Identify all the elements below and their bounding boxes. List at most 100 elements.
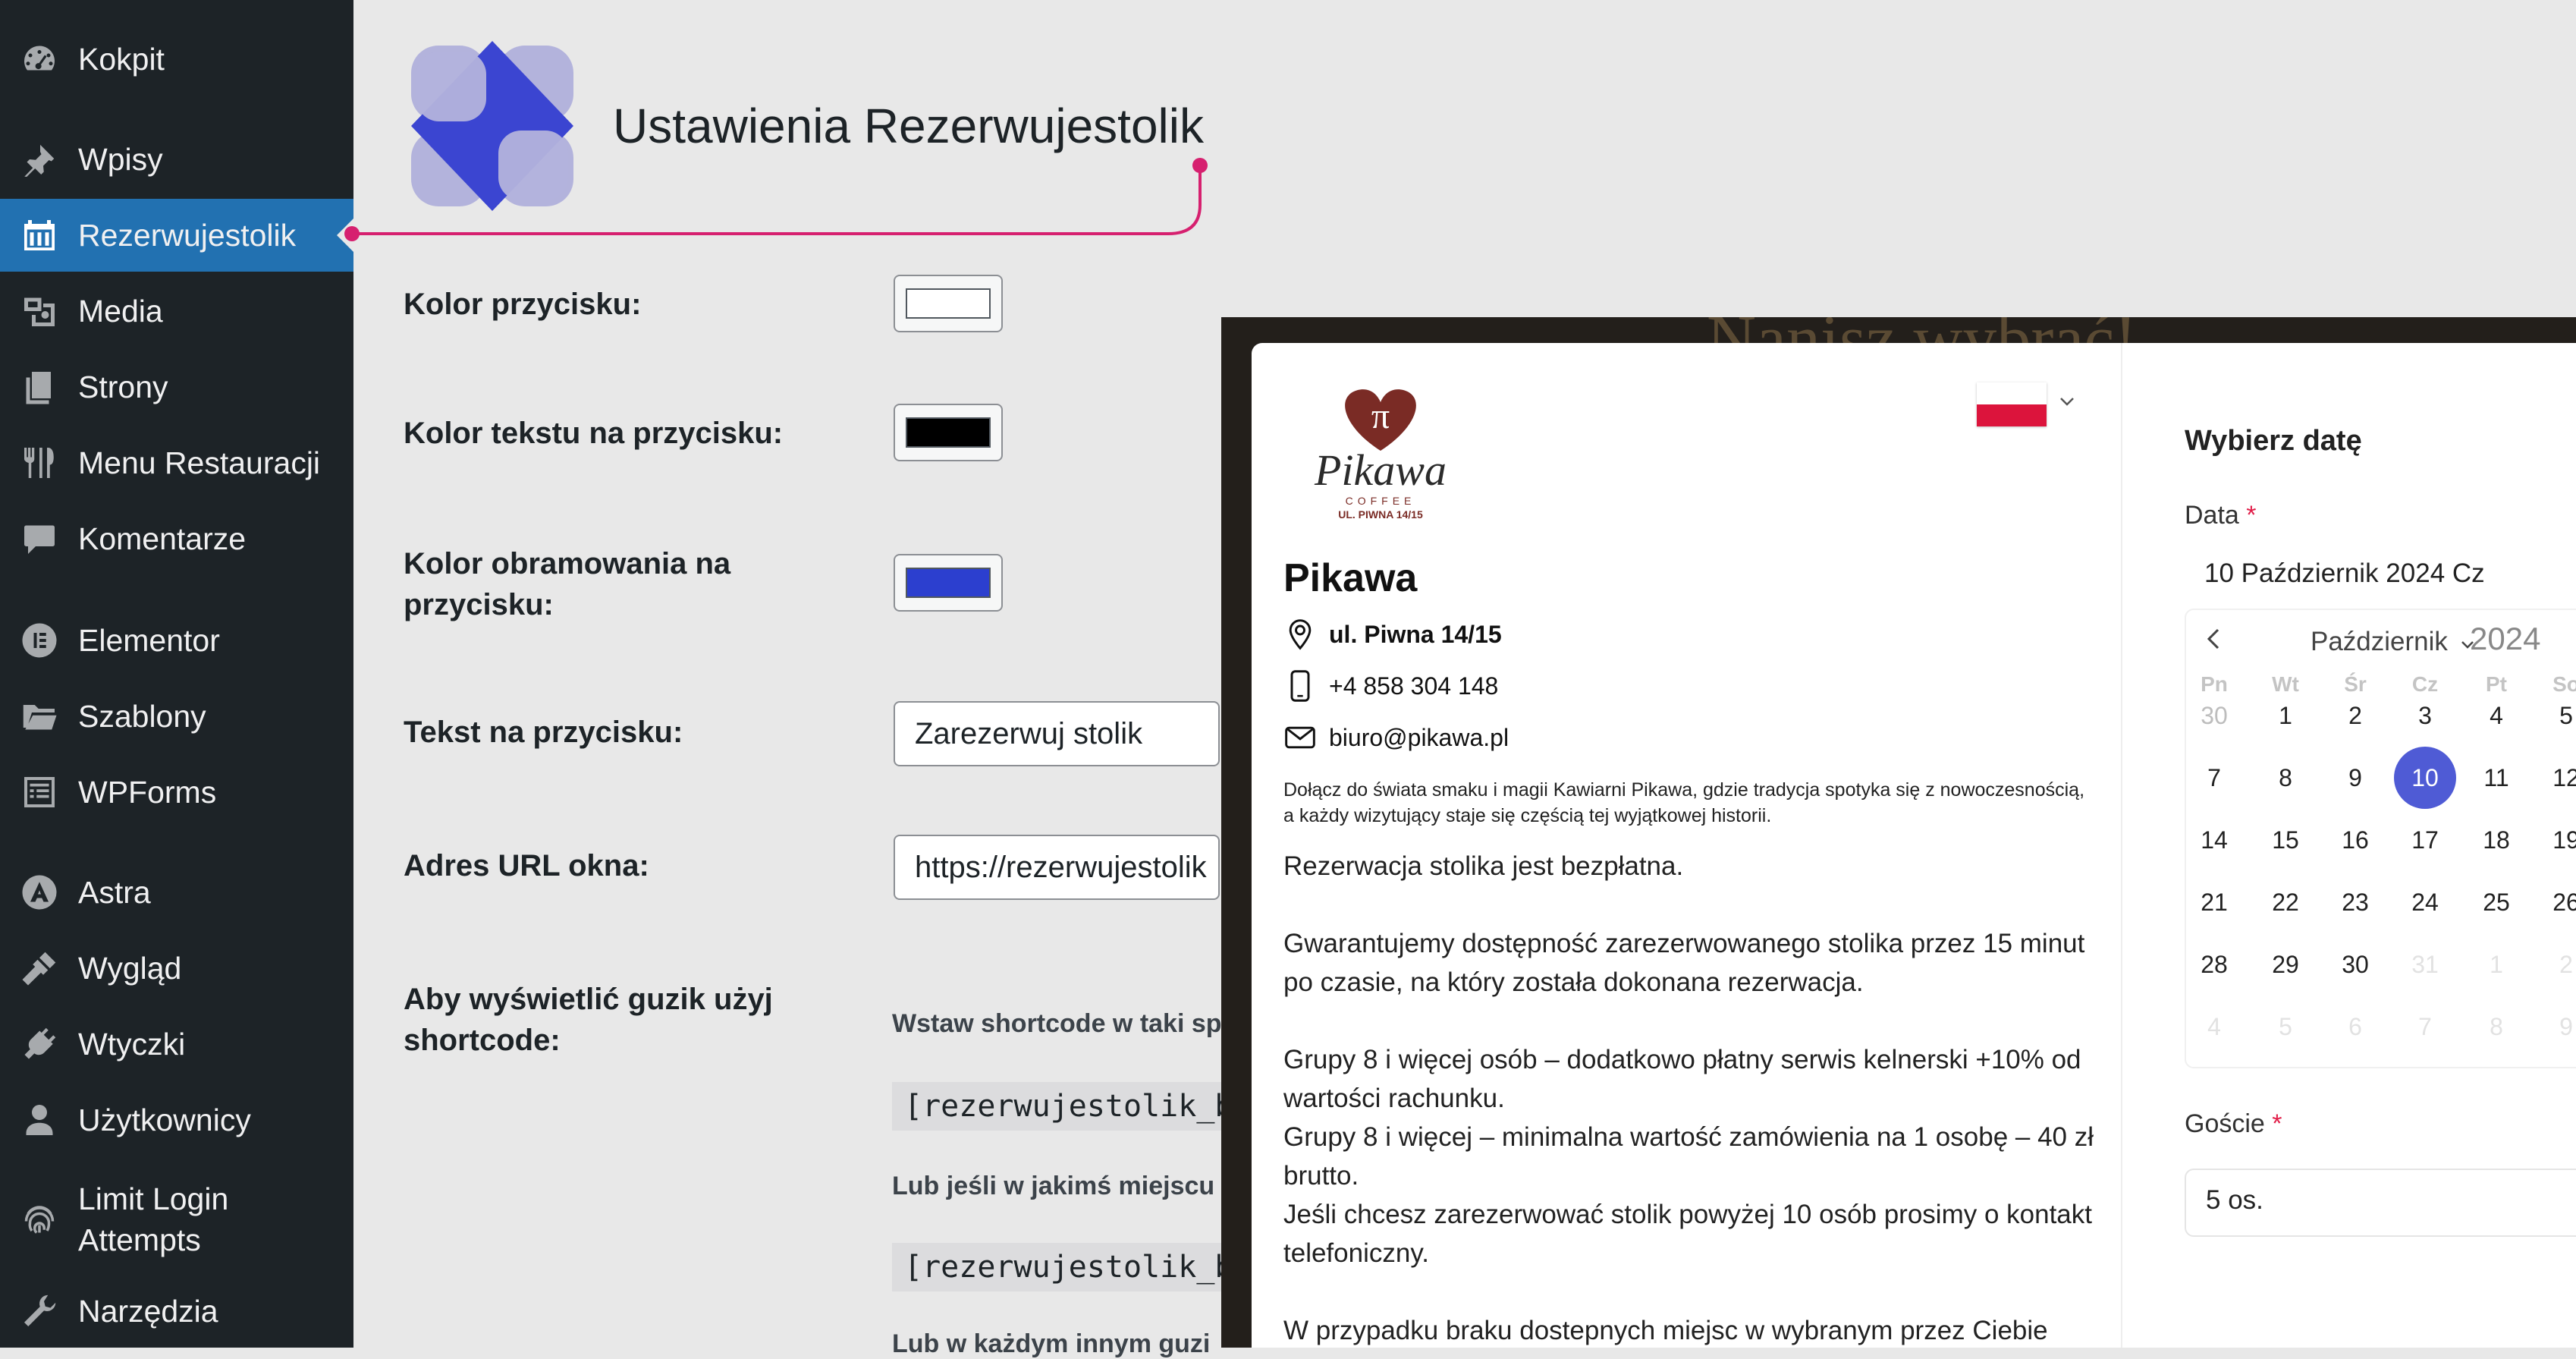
chevron-down-icon [2060,398,2074,406]
sidebar-item-label: Media [78,294,163,329]
sidebar-item-szablony[interactable]: Szablony [0,680,353,753]
policy-line: Grupy 8 i więcej osób – dodatkowo płatny… [1283,1045,2081,1113]
sidebar-item-limit-login-attempts[interactable]: Limit Login Attempts [0,1178,353,1261]
sidebar-item-media[interactable]: Media [0,275,353,348]
sidebar-item-wyglad[interactable]: Wygląd [0,932,353,1005]
shortcode-hint: Lub jeśli w jakimś miejscu [892,1172,1215,1200]
calendar-day[interactable]: 19 [2535,809,2576,871]
sidebar-item-label: Wygląd [78,951,182,986]
button-text-input[interactable]: Zarezerwuj stolik [894,701,1220,766]
shortcode-code[interactable]: [rezerwujestolik_bu [892,1243,1226,1291]
shortcode-hint: Lub w każdym innym guzi [892,1329,1211,1358]
button-text-color-picker[interactable] [894,404,1003,461]
elementor-icon [18,619,61,662]
calendar-day[interactable]: 14 [2183,809,2245,871]
brush-icon [18,947,61,989]
sidebar-item-wtyczki[interactable]: Wtyczki [0,1008,353,1081]
sidebar-item-strony[interactable]: Strony [0,351,353,423]
calendar-day: 31 [2411,951,2439,978]
calendar-day[interactable]: 26 [2535,871,2576,933]
svg-text:π: π [1371,396,1390,436]
calendar-day[interactable]: 28 [2183,933,2245,996]
sidebar-item-label: Kokpit [78,42,165,77]
sidebar-item-label: Użytkownicy [78,1103,251,1137]
calendar-day[interactable]: 16 [2324,809,2386,871]
calendar-day: 4 [2207,1013,2221,1040]
date-label: Data * [2185,501,2257,530]
venue-phone[interactable]: +4 858 304 148 [1283,666,1498,706]
sidebar-item-uzytkownicy[interactable]: Użytkownicy [0,1084,353,1156]
calendar-day[interactable]: 2 [2324,684,2386,747]
calendar-day[interactable]: 23 [2324,871,2386,933]
button-color-swatch [906,288,991,319]
venue-info-panel: π Pikawa COFFEE UL. PIWNA 14/15 Pikawa u… [1252,343,2121,1348]
logo-sub: COFFEE [1345,495,1416,507]
calendar-day[interactable]: 5 [2535,684,2576,747]
calendar-day[interactable]: 7 [2183,747,2245,809]
venue-logo: π Pikawa COFFEE UL. PIWNA 14/15 [1297,381,1464,525]
chevron-left-icon[interactable] [2203,624,2223,662]
calendar-day[interactable]: 25 [2465,871,2527,933]
calendar-day[interactable]: 18 [2465,809,2527,871]
page-title: Ustawienia Rezerwujestolik [613,99,1204,153]
button-border-color-label: Kolor obramowania na przycisku: [404,547,731,621]
calendar-day[interactable]: 24 [2394,871,2456,933]
calendar-day[interactable]: 12 [2535,747,2576,809]
button-border-color-swatch [906,568,991,598]
calendar-day[interactable]: 4 [2465,684,2527,747]
language-selector[interactable] [1977,382,2075,431]
pin-icon [18,138,61,181]
calendar-day[interactable]: 30 [2183,684,2245,747]
month-select[interactable]: Październik [2311,627,2475,657]
shortcode-label: Aby wyświetlić guzik użyj shortcode: [404,983,773,1057]
sidebar-item-narzedzia[interactable]: Narzędzia [0,1275,353,1348]
calendar-day[interactable]: 21 [2183,871,2245,933]
year-select[interactable]: 2024 [2470,621,2540,657]
calendar-day-selected[interactable]: 10 [2394,747,2456,809]
mail-icon [1285,726,1315,749]
sidebar-item-wpisy[interactable]: Wpisy [0,123,353,196]
venue-address: ul. Piwna 14/15 [1283,615,1502,654]
policy-line: Grupy 8 i więcej – minimalna wartość zam… [1283,1122,2094,1191]
guests-label: Goście * [2185,1109,2282,1138]
sidebar-item-label: Menu Restauracji [78,445,321,480]
calendar-day[interactable]: 30 [2324,933,2386,996]
sidebar-item-menu-restauracji[interactable]: Menu Restauracji [0,426,353,499]
calendar-day[interactable]: 15 [2254,809,2317,871]
sidebar-item-astra[interactable]: Astra [0,856,353,929]
calendar-day[interactable]: 17 [2394,809,2456,871]
forms-icon [18,771,61,813]
policy-line: Gwarantujemy dostępność zarezerwowanego … [1283,929,2085,997]
guests-select[interactable]: 5 os. [2185,1169,2576,1237]
required-mark: * [2272,1109,2282,1138]
calendar-day[interactable]: 11 [2465,747,2527,809]
venue-email[interactable]: biuro@pikawa.pl [1283,718,1509,757]
button-border-color-picker[interactable] [894,554,1003,612]
calendar-day[interactable]: 8 [2254,747,2317,809]
calendar-day[interactable]: 29 [2254,933,2317,996]
wrench-icon [18,1290,61,1332]
button-text-label: Tekst na przycisku: [404,716,683,749]
poland-flag-icon [1977,382,2047,426]
logo-address: UL. PIWNA 14/15 [1338,508,1423,521]
window-url-input[interactable]: https://rezerwujestolik [894,835,1220,900]
sidebar-item-label: Komentarze [78,521,247,556]
calendar-day: 5 [2279,1013,2292,1040]
sidebar-item-elementor[interactable]: Elementor [0,604,353,677]
shortcode-code[interactable]: [rezerwujestolik_bu [892,1082,1226,1131]
button-color-picker[interactable] [894,275,1003,332]
sidebar-item-rezerwujestolik[interactable]: Rezerwujestolik [0,199,353,272]
sidebar-item-komentarze[interactable]: Komentarze [0,502,353,575]
calendar-day: 7 [2418,1013,2432,1040]
calendar-day[interactable]: 1 [2254,684,2317,747]
sidebar-item-kokpit[interactable]: Kokpit [0,23,353,96]
sidebar-item-label: Limit Login Attempts [78,1181,229,1257]
sidebar-item-wpforms[interactable]: WPForms [0,756,353,829]
calendar-day[interactable]: 3 [2394,684,2456,747]
guests-value: 5 os. [2206,1185,2263,1215]
shortcode-hint: Wstaw shortcode w taki sp [892,1009,1222,1038]
policy-line: Jeśli chcesz zarezerwować stolik powyżej… [1283,1200,2092,1268]
date-value[interactable]: 10 Październik 2024 Cz [2204,558,2485,589]
calendar-day[interactable]: 9 [2324,747,2386,809]
calendar-day[interactable]: 22 [2254,871,2317,933]
